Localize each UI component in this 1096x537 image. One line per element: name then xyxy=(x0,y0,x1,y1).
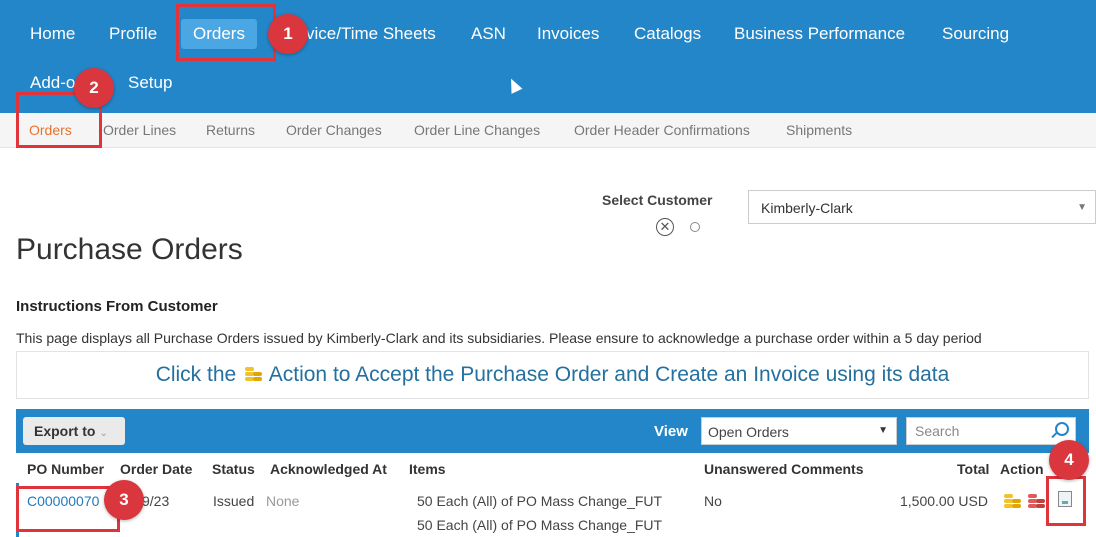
instructions-text: This page displays all Purchase Orders i… xyxy=(16,330,982,346)
subnav-order-changes[interactable]: Order Changes xyxy=(286,122,382,138)
col-po-number[interactable]: PO Number xyxy=(27,461,104,477)
coins-icon xyxy=(244,366,263,382)
col-items[interactable]: Items xyxy=(409,461,446,477)
customer-select-value: Kimberly-Clark xyxy=(761,200,853,216)
nav-setup[interactable]: Setup xyxy=(128,73,172,93)
callout-badge-3: 3 xyxy=(104,480,144,520)
callout-box-action-icon xyxy=(1046,476,1086,526)
nav-sourcing[interactable]: Sourcing xyxy=(942,24,1009,44)
subnav-returns[interactable]: Returns xyxy=(206,122,255,138)
mouse-cursor-icon xyxy=(505,76,523,94)
nav-profile[interactable]: Profile xyxy=(109,24,157,44)
callout-badge-2: 2 xyxy=(74,68,114,108)
acknowledged-at: None xyxy=(266,493,300,509)
subnav-order-header-confirmations[interactable]: Order Header Confirmations xyxy=(574,122,750,138)
create-invoice-coins-icon[interactable] xyxy=(1004,492,1022,510)
status: Issued xyxy=(213,493,255,509)
col-order-date[interactable]: Order Date xyxy=(120,461,192,477)
col-acknowledged-at[interactable]: Acknowledged At xyxy=(270,461,387,477)
nav-asn[interactable]: ASN xyxy=(471,24,506,44)
total: 1,500.00 USD xyxy=(900,493,988,509)
search-input[interactable]: Search xyxy=(906,417,1076,445)
chevron-down-icon: ▼ xyxy=(1077,202,1087,213)
unanswered-comments: No xyxy=(704,493,722,509)
view-label: View xyxy=(654,423,688,440)
banner-text-before: Click the xyxy=(155,363,237,386)
chevron-down-icon: ⌄ xyxy=(99,428,108,439)
subnav-shipments[interactable]: Shipments xyxy=(786,122,852,138)
export-label: Export to xyxy=(34,423,96,439)
search-icon[interactable] xyxy=(1055,422,1069,436)
view-select-value: Open Orders xyxy=(708,424,789,440)
col-status[interactable]: Status xyxy=(212,461,255,477)
item-line: 50 Each (All) of PO Mass Change_FUT xyxy=(417,493,663,509)
item-line: 50 Each (All) of PO Mass Change_FUT xyxy=(417,517,663,533)
select-customer-label: Select Customer xyxy=(602,192,713,208)
col-total[interactable]: Total xyxy=(957,461,989,477)
col-action: Action xyxy=(1000,461,1044,477)
callout-badge-4: 4 xyxy=(1049,440,1089,480)
nav-catalogs[interactable]: Catalogs xyxy=(634,24,701,44)
credit-memo-coins-icon[interactable] xyxy=(1028,492,1046,510)
action-banner: Click the Action to Accept the Purchase … xyxy=(16,351,1089,399)
top-navigation: Home Profile Orders vice/Time Sheets ASN… xyxy=(0,0,1096,113)
nav-invoices[interactable]: Invoices xyxy=(537,24,599,44)
view-select[interactable]: Open Orders ▼ xyxy=(701,417,897,445)
callout-box-orders-tab xyxy=(176,4,276,61)
chevron-down-icon: ▼ xyxy=(878,425,888,436)
table-toolbar: Export to ⌄ View Open Orders ▼ Search xyxy=(16,409,1089,453)
nav-add-ons[interactable]: Add-o xyxy=(30,73,75,93)
nav-home[interactable]: Home xyxy=(30,24,75,44)
callout-badge-1: 1 xyxy=(268,14,308,54)
clear-customer-icon[interactable]: ✕ xyxy=(656,218,674,236)
search-placeholder: Search xyxy=(915,423,960,439)
radio-icon[interactable] xyxy=(690,222,700,232)
instructions-title: Instructions From Customer xyxy=(16,298,218,315)
nav-service-time-sheets[interactable]: vice/Time Sheets xyxy=(306,24,436,44)
page-title: Purchase Orders xyxy=(16,233,243,266)
nav-business-performance[interactable]: Business Performance xyxy=(734,24,905,44)
col-unanswered-comments[interactable]: Unanswered Comments xyxy=(704,461,863,477)
sub-navigation: Orders Order Lines Returns Order Changes… xyxy=(0,113,1096,148)
customer-select[interactable]: Kimberly-Clark ▼ xyxy=(748,190,1096,224)
subnav-order-line-changes[interactable]: Order Line Changes xyxy=(414,122,540,138)
subnav-order-lines[interactable]: Order Lines xyxy=(103,122,176,138)
banner-text-after: Action to Accept the Purchase Order and … xyxy=(268,363,950,386)
export-button[interactable]: Export to ⌄ xyxy=(23,417,125,445)
order-date: 9/23 xyxy=(142,493,170,509)
